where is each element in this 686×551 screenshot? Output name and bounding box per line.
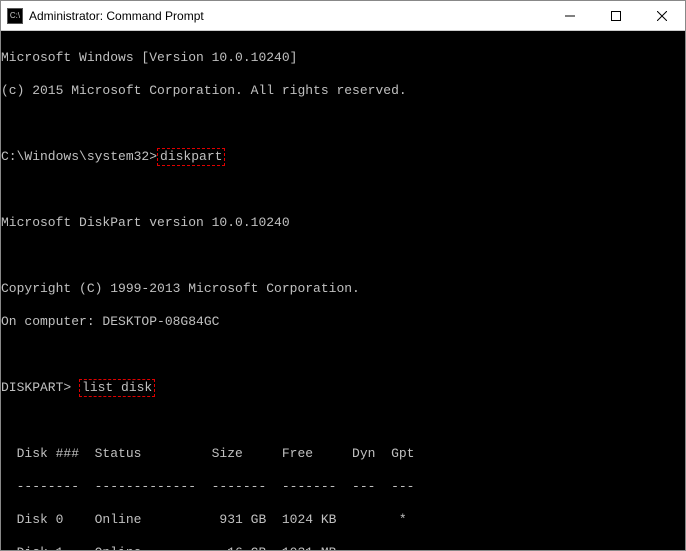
table-header: Disk ### Status Size Free Dyn Gpt bbox=[1, 446, 685, 463]
blank-line bbox=[1, 116, 685, 133]
table-row: Disk 0 Online 931 GB 1024 KB * bbox=[1, 512, 685, 529]
maximize-icon bbox=[611, 11, 621, 21]
prompt-line: DISKPART> list disk bbox=[1, 380, 685, 397]
blank-line bbox=[1, 413, 685, 430]
output-line: (c) 2015 Microsoft Corporation. All righ… bbox=[1, 83, 685, 100]
output-line: Microsoft Windows [Version 10.0.10240] bbox=[1, 50, 685, 67]
minimize-icon bbox=[565, 11, 575, 21]
command-text: list disk bbox=[82, 380, 152, 395]
app-icon: C:\ bbox=[7, 8, 23, 24]
maximize-button[interactable] bbox=[593, 1, 639, 30]
blank-line bbox=[1, 347, 685, 364]
window-title: Administrator: Command Prompt bbox=[29, 9, 547, 23]
output-line: Microsoft DiskPart version 10.0.10240 bbox=[1, 215, 685, 232]
close-button[interactable] bbox=[639, 1, 685, 30]
table-separator: -------- ------------- ------- ------- -… bbox=[1, 479, 685, 496]
minimize-button[interactable] bbox=[547, 1, 593, 30]
output-line: On computer: DESKTOP-08G84GC bbox=[1, 314, 685, 331]
console-area[interactable]: Microsoft Windows [Version 10.0.10240] (… bbox=[1, 31, 685, 550]
blank-line bbox=[1, 248, 685, 265]
command-text: diskpart bbox=[160, 149, 222, 164]
prompt: C:\Windows\system32> bbox=[1, 149, 157, 164]
command-highlight: list disk bbox=[79, 379, 155, 398]
titlebar[interactable]: C:\ Administrator: Command Prompt bbox=[1, 1, 685, 31]
table-row: Disk 1 Online 16 GB 1031 MB bbox=[1, 545, 685, 551]
command-prompt-window: C:\ Administrator: Command Prompt Micros… bbox=[0, 0, 686, 551]
close-icon bbox=[657, 11, 667, 21]
prompt: DISKPART> bbox=[1, 380, 79, 395]
output-line: Copyright (C) 1999-2013 Microsoft Corpor… bbox=[1, 281, 685, 298]
blank-line bbox=[1, 182, 685, 199]
app-icon-label: C:\ bbox=[10, 11, 20, 20]
prompt-line: C:\Windows\system32>diskpart bbox=[1, 149, 685, 166]
command-highlight: diskpart bbox=[157, 148, 225, 167]
window-controls bbox=[547, 1, 685, 30]
